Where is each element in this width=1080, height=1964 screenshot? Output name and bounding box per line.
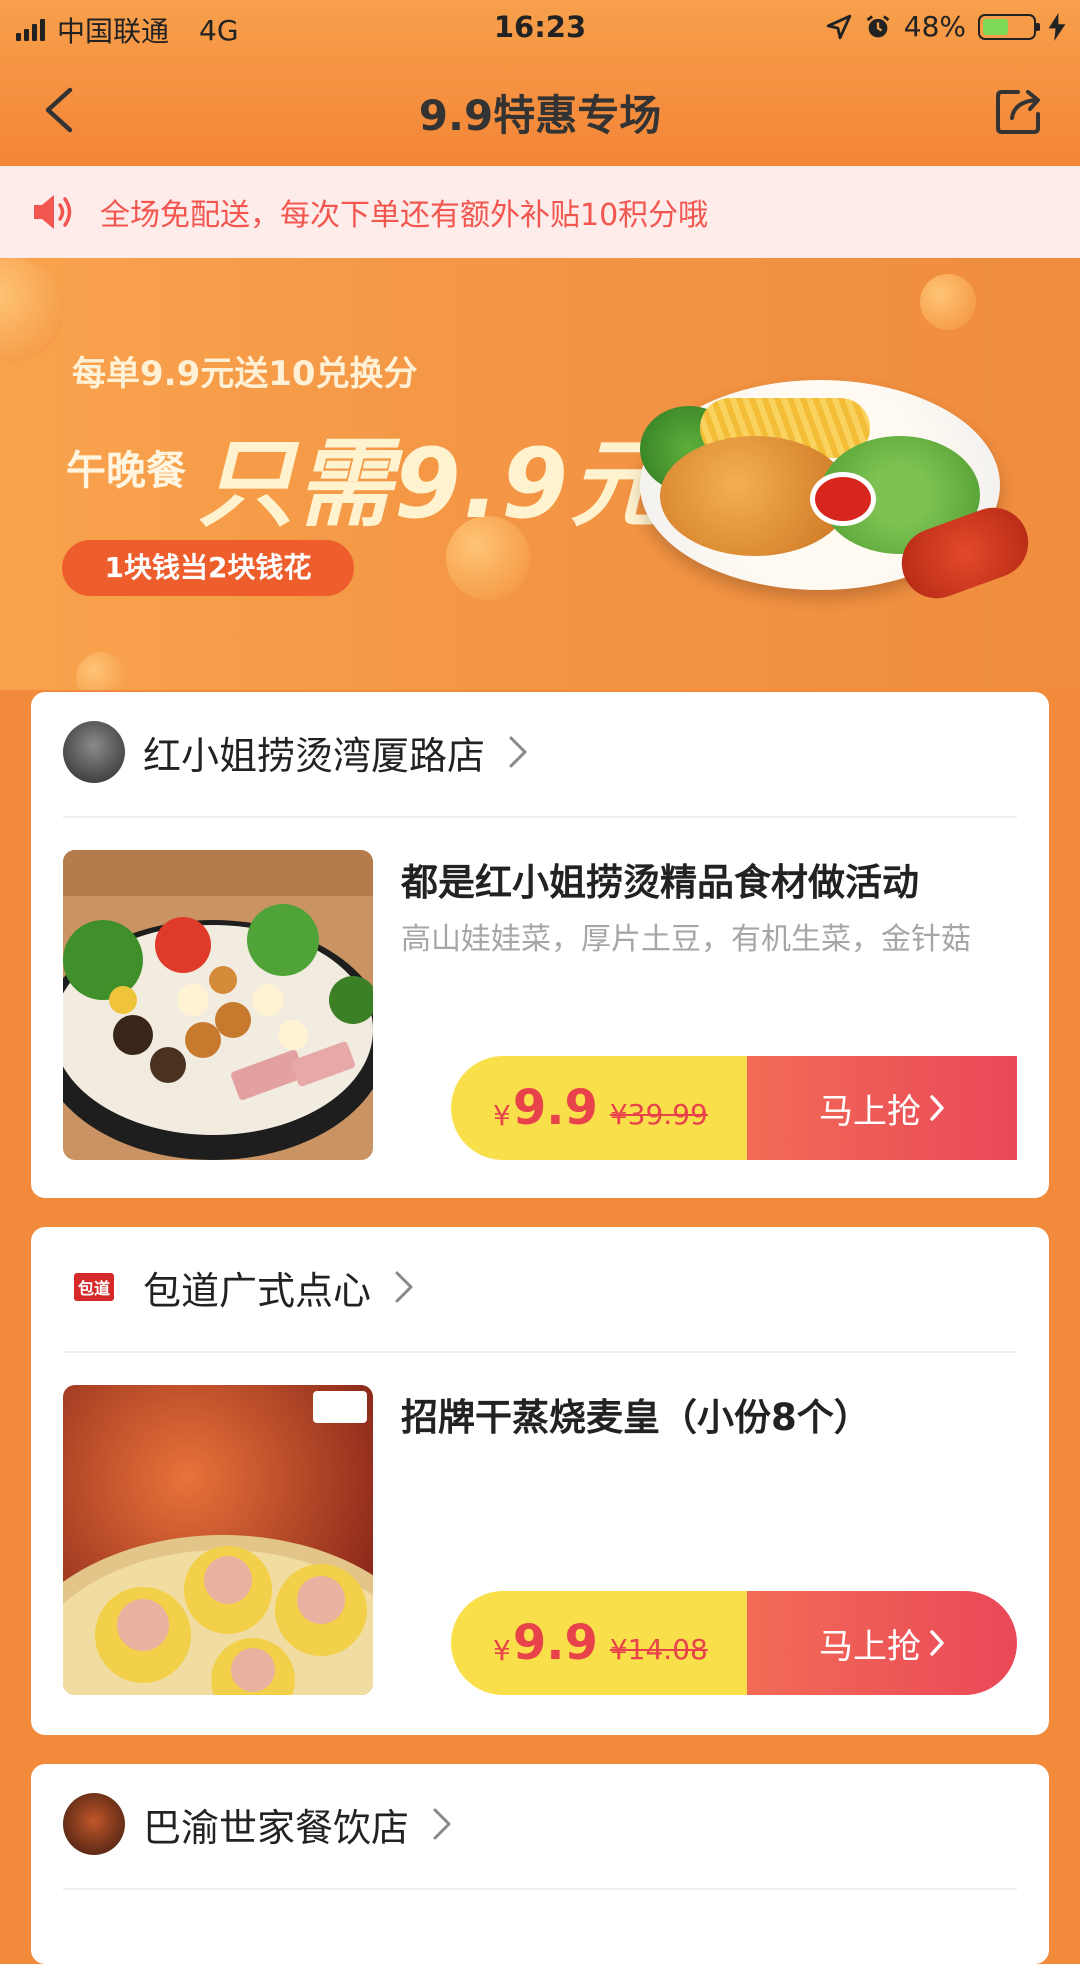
banner-pill: 1块钱当2块钱花 xyxy=(62,540,354,596)
battery-icon xyxy=(978,13,1040,40)
buy-now-button[interactable]: 马上抢 xyxy=(747,1056,1017,1160)
price-box: ¥ 9.9 ¥14.08 xyxy=(451,1591,747,1695)
notice-bar: 全场免配送，每次下单还有额外补贴10积分哦 xyxy=(0,166,1080,258)
shop-avatar xyxy=(63,1793,125,1855)
shop-header[interactable]: 包道 包道广式点心 xyxy=(63,1255,415,1319)
shop-logo-text: 包道 xyxy=(73,1273,114,1301)
notice-text: 全场免配送，每次下单还有额外补贴10积分哦 xyxy=(100,198,709,233)
chevron-right-icon xyxy=(509,736,527,768)
shop-logo: 包道 xyxy=(63,1256,125,1318)
chevron-right-icon xyxy=(433,1808,451,1840)
buy-now-label: 马上抢 xyxy=(819,1091,921,1132)
currency-symbol: ¥ xyxy=(493,1098,511,1132)
original-price: ¥39.99 xyxy=(609,1097,708,1131)
speaker-icon xyxy=(34,195,72,229)
buy-now-label: 马上抢 xyxy=(819,1626,921,1667)
shop-card: 包道 包道广式点心 招牌干蒸烧麦皇（小份8个） ¥ 9.9 ¥14.08 马上抢 xyxy=(31,1227,1049,1735)
banner-prefix: 午晚餐 xyxy=(66,448,186,494)
divider xyxy=(63,1888,1017,1890)
share-icon[interactable] xyxy=(992,84,1046,138)
dish-title: 招牌干蒸烧麦皇（小份8个） xyxy=(401,1396,871,1439)
decor-bubble xyxy=(920,274,976,330)
banner-subtitle: 每单9.9元送10兑换分 xyxy=(72,354,418,394)
shop-name: 包道广式点心 xyxy=(143,1268,372,1313)
shop-header[interactable]: 红小姐捞烫湾厦路店 xyxy=(63,720,529,784)
chevron-right-icon xyxy=(930,1095,944,1121)
currency-symbol: ¥ xyxy=(493,1633,511,1667)
status-bar: 中国联通 4G 16:23 48% xyxy=(0,0,1080,54)
shop-avatar xyxy=(63,721,125,783)
header: 中国联通 4G 16:23 48% 9.9特惠专场 xyxy=(0,0,1080,166)
dish-title: 都是红小姐捞烫精品食材做活动 xyxy=(401,861,919,904)
location-icon xyxy=(826,14,852,39)
chevron-right-icon xyxy=(395,1271,413,1303)
buy-bar: ¥ 9.9 ¥39.99 马上抢 xyxy=(451,1056,1017,1160)
dish-image[interactable] xyxy=(63,850,373,1160)
deal-price: 9.9 xyxy=(512,1615,598,1671)
buy-now-button[interactable]: 马上抢 xyxy=(747,1591,1017,1695)
banner-headline: 只需9.9元 xyxy=(198,428,669,540)
buy-bar: ¥ 9.9 ¥14.08 马上抢 xyxy=(451,1591,1017,1695)
charging-icon xyxy=(1048,12,1066,41)
original-price: ¥14.08 xyxy=(609,1632,708,1666)
divider xyxy=(63,816,1017,818)
battery-percent: 48% xyxy=(903,10,966,43)
shop-name: 红小姐捞烫湾厦路店 xyxy=(143,733,486,778)
shop-card: 红小姐捞烫湾厦路店 都是红小姐捞烫精品食材做活动 高山娃娃菜，厚片土豆，有机生菜… xyxy=(31,692,1049,1198)
shop-name: 巴渝世家餐饮店 xyxy=(143,1805,410,1850)
alarm-icon xyxy=(866,14,890,37)
ketchup-image xyxy=(810,472,876,526)
shop-card: 巴渝世家餐饮店 xyxy=(31,1764,1049,1964)
price-box: ¥ 9.9 ¥39.99 xyxy=(451,1056,747,1160)
dish-image[interactable] xyxy=(63,1385,373,1695)
chevron-right-icon xyxy=(930,1630,944,1656)
page-title: 9.9特惠专场 xyxy=(418,91,662,140)
decor-bubble xyxy=(76,652,128,690)
divider xyxy=(63,1351,1017,1353)
nav-bar: 9.9特惠专场 xyxy=(0,60,1080,160)
dish-description: 高山娃娃菜，厚片土豆，有机生菜，金针菇 xyxy=(401,922,971,957)
deal-price: 9.9 xyxy=(512,1080,598,1136)
shop-header[interactable]: 巴渝世家餐饮店 xyxy=(63,1792,453,1856)
decor-bubble xyxy=(0,258,64,362)
promo-banner[interactable]: 每单9.9元送10兑换分 午晚餐 只需9.9元 1块钱当2块钱花 xyxy=(0,258,1080,690)
